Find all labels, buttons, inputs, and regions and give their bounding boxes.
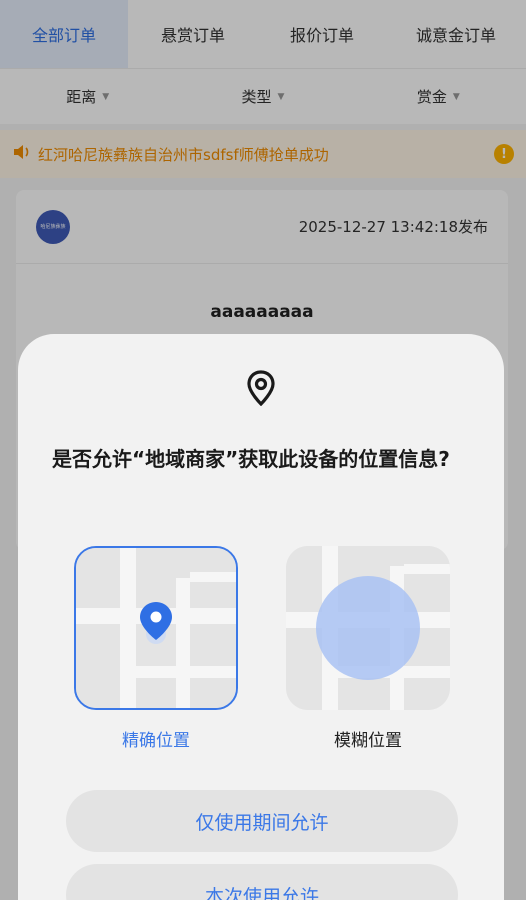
allow-this-time-button[interactable]: 本次使用允许 [66,864,458,900]
approximate-location-label[interactable]: 模糊位置 [286,726,450,751]
precise-location-label[interactable]: 精确位置 [74,726,238,751]
allow-while-using-button[interactable]: 仅使用期间允许 [66,790,458,852]
permission-question: 是否允许“地域商家”获取此设备的位置信息? [52,447,450,471]
location-permission-dialog: 是否允许“地域商家”获取此设备的位置信息? 精确位置 模糊位置 仅使用期间允许 [18,334,504,900]
approximate-location-option[interactable] [286,546,450,710]
location-pin-icon [245,370,277,407]
precise-location-option[interactable] [74,546,238,710]
